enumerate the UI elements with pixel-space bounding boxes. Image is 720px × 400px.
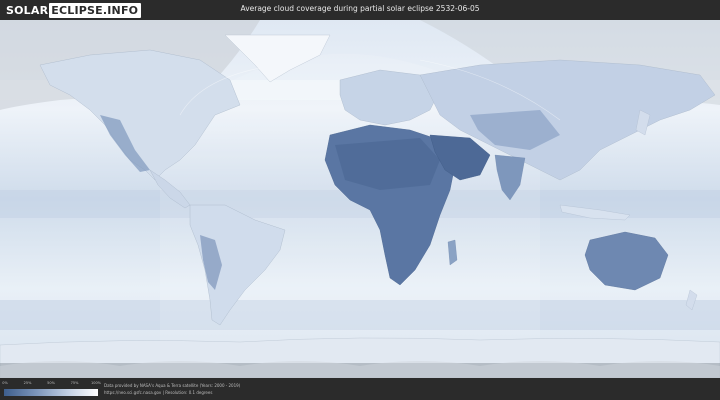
legend-tick-75: 75% [70, 381, 79, 385]
data-credits: Data provided by NASA's Aqua & Terra sat… [104, 383, 240, 396]
legend-tick-100: 100% [90, 381, 102, 385]
legend-color-bar [4, 389, 98, 396]
credit-line-source: Data provided by NASA's Aqua & Terra sat… [104, 383, 241, 388]
legend-ticks: 0% 25% 50% 75% 100% [2, 381, 102, 388]
cloud-coverage-legend: 0% 25% 50% 75% 100% [2, 381, 102, 399]
legend-tick-25: 25% [23, 381, 32, 385]
map-title: Average cloud coverage during partial so… [240, 4, 480, 13]
credit-line-url[interactable]: https://neo.sci.gsfc.nasa.gov | Resoluti… [104, 390, 240, 397]
header-bar: SOLAR ECLIPSE.INFO Average cloud coverag… [0, 0, 720, 20]
legend-tick-50: 50% [47, 381, 55, 385]
legend-tick-0: 0% [2, 381, 8, 385]
eclipse-map-frame: SOLAR ECLIPSE.INFO Average cloud coverag… [0, 0, 720, 400]
cloud-coverage-map [0, 20, 720, 378]
footer-bar: 0% 25% 50% 75% 100% Data provided by NAS… [0, 378, 720, 400]
